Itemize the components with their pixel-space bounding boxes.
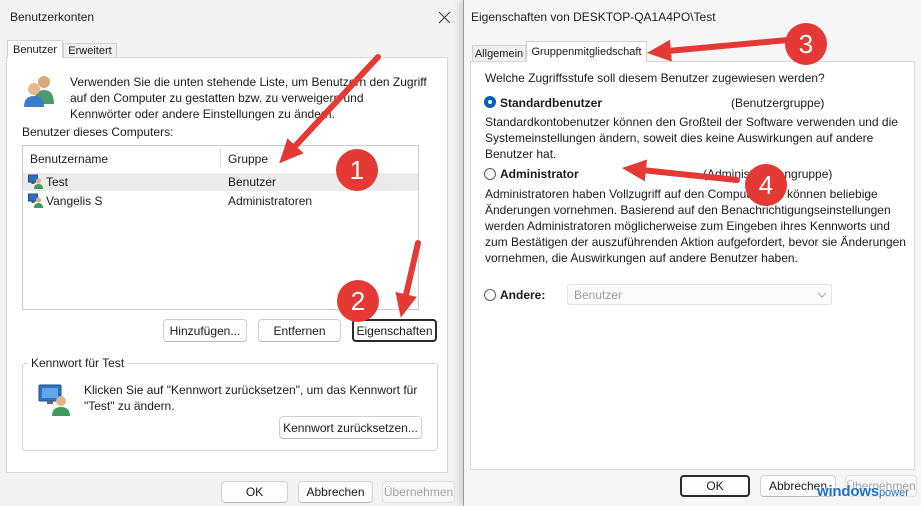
ok-button[interactable]: OK	[680, 475, 750, 497]
watermark-brand: windows	[817, 483, 879, 500]
column-divider[interactable]	[220, 148, 221, 168]
other-radio[interactable]	[484, 289, 496, 301]
standard-user-label[interactable]: Standardbenutzer	[500, 95, 602, 111]
user-name: Test	[46, 175, 69, 189]
tab-advanced[interactable]: Erweitert	[63, 43, 117, 57]
intro-text-line: auf den Computer zu gestatten bzw. zu ve…	[70, 91, 364, 105]
remove-user-button[interactable]: Entfernen	[258, 319, 341, 342]
user-monitor-icon	[38, 384, 70, 416]
add-user-button[interactable]: Hinzufügen...	[163, 319, 247, 342]
administrator-description: vornehmen, die Auswirkungen auf andere B…	[485, 251, 798, 265]
administrator-label[interactable]: Administrator	[500, 166, 579, 182]
ok-button[interactable]: OK	[221, 481, 288, 503]
user-row[interactable]: Test Benutzer	[23, 173, 418, 191]
access-level-question: Welche Zugriffsstufe soll diesem Benutze…	[485, 71, 825, 85]
user-properties-dialog: Eigenschaften von DESKTOP-QA1A4PO\Test A…	[463, 0, 921, 506]
apply-button[interactable]: Übernehmen	[382, 481, 455, 503]
standard-user-description: Benutzer hat.	[485, 147, 557, 161]
password-hint-line: "Test" zu ändern.	[84, 399, 175, 413]
tab-users[interactable]: Benutzer	[7, 40, 63, 58]
tab-group-membership[interactable]: Gruppenmitgliedschaft	[526, 41, 647, 62]
user-icon	[28, 174, 43, 189]
user-group: Benutzer	[228, 175, 277, 189]
intro-text-line: Verwenden Sie die unten stehende Liste, …	[70, 75, 427, 89]
administrator-description: werden Administratoren möglicherweise zu…	[485, 219, 890, 233]
user-row[interactable]: Vangelis S Administratoren	[23, 192, 418, 210]
intro-text-line: Kennwörter oder andere Einstellungen zu …	[70, 107, 335, 121]
reset-password-button[interactable]: Kennwort zurücksetzen...	[279, 416, 422, 439]
other-group-select-value: Benutzer	[574, 288, 623, 302]
dialog-title: Eigenschaften von DESKTOP-QA1A4PO\Test	[471, 10, 716, 24]
user-group: Administratoren	[228, 194, 313, 208]
administrator-group: (Administratorengruppe)	[703, 167, 833, 181]
watermark-logo: windows power	[817, 483, 909, 505]
password-hint-line: Klicken Sie auf "Kennwort zurücksetzen",…	[84, 383, 418, 397]
standard-user-radio[interactable]	[484, 96, 496, 108]
user-accounts-dialog: Benutzerkonten Benutzer Erweitert Verwen…	[0, 0, 462, 506]
tab-general[interactable]: Allgemein	[472, 45, 526, 61]
administrator-description: Änderungen vornehmen. Basierend auf den …	[485, 203, 891, 217]
users-icon	[24, 76, 54, 107]
standard-user-group: (Benutzergruppe)	[731, 96, 825, 110]
other-group-select[interactable]: Benutzer	[567, 284, 832, 305]
administrator-description: zum Bestätigen der auszuführenden Aktion…	[485, 235, 906, 249]
chevron-down-icon	[817, 292, 827, 298]
password-group-title: Kennwort für Test	[28, 355, 128, 371]
standard-user-description: Systemeinstellungen ändern, soweit dies …	[485, 131, 874, 145]
cancel-button[interactable]: Abbrechen	[298, 481, 373, 503]
user-name: Vangelis S	[46, 194, 103, 208]
watermark-suffix: power	[878, 487, 909, 499]
administrator-radio[interactable]	[484, 168, 496, 180]
users-list[interactable]: Benutzername Gruppe Test Benutzer Vangel…	[22, 145, 419, 310]
users-list-label: Benutzer dieses Computers:	[22, 125, 174, 139]
column-header-group[interactable]: Gruppe	[228, 151, 268, 167]
other-label[interactable]: Andere:	[500, 287, 545, 303]
column-header-username[interactable]: Benutzername	[30, 151, 108, 167]
user-icon	[28, 193, 43, 208]
dialog-title: Benutzerkonten	[10, 10, 95, 24]
administrator-description: Administratoren haben Vollzugriff auf de…	[485, 187, 878, 201]
properties-button[interactable]: Eigenschaften	[352, 319, 437, 342]
close-icon[interactable]	[438, 11, 451, 24]
standard-user-description: Standardkontobenutzer können den Großtei…	[485, 115, 898, 129]
